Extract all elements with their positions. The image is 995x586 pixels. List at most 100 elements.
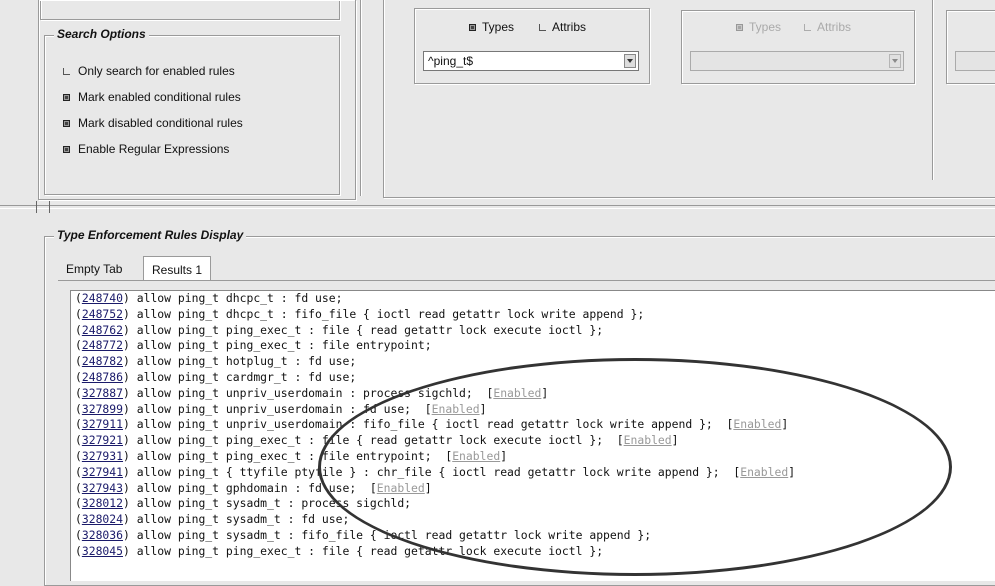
default-type-combo[interactable] <box>955 51 995 71</box>
search-option-4[interactable]: Enable Regular Expressions <box>63 142 229 156</box>
rule-id-link[interactable]: 248752 <box>82 307 123 321</box>
rule-id-link[interactable]: 248772 <box>82 338 123 352</box>
rule-row[interactable]: (248752) allow ping_t dhcpc_t : fifo_fil… <box>71 307 995 323</box>
rule-status-link[interactable]: Enabled <box>432 402 480 416</box>
rule-text: allow ping_t { ttyfile ptyfile } : chr_f… <box>129 464 734 479</box>
source-types-option[interactable]: Types <box>469 20 514 34</box>
source-types-label: Types <box>482 20 515 34</box>
pane-splitter[interactable] <box>0 205 995 209</box>
search-option-label: Mark enabled conditional rules <box>78 90 241 104</box>
rule-row[interactable]: (328024) allow ping_t sysadm_t : fd use; <box>71 512 995 528</box>
rule-row[interactable]: (328012) allow ping_t sysadm_t : process… <box>71 496 995 512</box>
search-option-checkbox[interactable] <box>63 119 70 127</box>
rule-row[interactable]: (248762) allow ping_t ping_exec_t : file… <box>71 323 995 339</box>
rule-id-link[interactable]: 248762 <box>82 323 123 337</box>
rule-text: allow ping_t unpriv_userdomain : process… <box>129 385 487 400</box>
rule-id-link[interactable]: 327941 <box>82 465 123 479</box>
divider <box>932 0 934 180</box>
source-type-panel: Types Attribs ^ping_t$ <box>414 8 650 84</box>
rule-status-link[interactable]: Enabled <box>740 465 788 479</box>
rule-row[interactable]: (248786) allow ping_t cardmgr_t : fd use… <box>71 370 995 386</box>
rule-row[interactable]: (327887) allow ping_t unpriv_userdomain … <box>71 386 995 402</box>
rule-row[interactable]: (327899) allow ping_t unpriv_userdomain … <box>71 402 995 418</box>
search-option-2[interactable]: Mark enabled conditional rules <box>63 90 241 104</box>
rule-row[interactable]: (327941) allow ping_t { ttyfile ptyfile … <box>71 465 995 481</box>
search-option-1[interactable]: Only search for enabled rules <box>63 64 235 78</box>
rule-id-link[interactable]: 327921 <box>82 433 123 447</box>
rule-id-link[interactable]: 327887 <box>82 386 123 400</box>
rule-row[interactable]: (327931) allow ping_t ping_exec_t : file… <box>71 449 995 465</box>
source-type-value: ^ping_t$ <box>428 54 473 68</box>
rule-status-link[interactable]: Enabled <box>452 449 500 463</box>
target-types-checkbox[interactable] <box>736 23 743 31</box>
search-option-checkbox[interactable] <box>63 67 70 75</box>
search-option-label: Mark disabled conditional rules <box>78 116 243 130</box>
rule-row[interactable]: (327921) allow ping_t ping_exec_t : file… <box>71 433 995 449</box>
rule-id-link[interactable]: 327899 <box>82 402 123 416</box>
rule-row[interactable]: (328045) allow ping_t ping_exec_t : file… <box>71 544 995 560</box>
chevron-down-icon[interactable] <box>889 54 901 68</box>
target-types-option[interactable]: Types <box>736 20 781 34</box>
rule-text: allow ping_t ping_exec_t : file { read g… <box>129 543 604 558</box>
search-options-group: Search Options Only search for enabled r… <box>44 27 340 195</box>
search-option-label: Only search for enabled rules <box>78 64 235 78</box>
rule-status-link[interactable]: Enabled <box>493 386 541 400</box>
chevron-down-icon[interactable] <box>624 54 636 68</box>
target-attribs-option[interactable]: Attribs <box>804 20 851 34</box>
default-type-panel <box>946 10 995 84</box>
rule-row[interactable]: (327943) allow ping_t gphdomain : fd use… <box>71 481 995 497</box>
rule-text: allow ping_t cardmgr_t : fd use; <box>129 369 357 384</box>
rule-status-link[interactable]: Enabled <box>733 417 781 431</box>
rule-id-link[interactable]: 327943 <box>82 481 123 495</box>
splitter-handle[interactable] <box>36 201 50 213</box>
rule-id-link[interactable]: 327911 <box>82 417 123 431</box>
rule-row[interactable]: (328036) allow ping_t sysadm_t : fifo_fi… <box>71 528 995 544</box>
tab-empty[interactable]: Empty Tab <box>58 256 130 280</box>
search-option-3[interactable]: Mark disabled conditional rules <box>63 116 243 130</box>
rule-row[interactable]: (248740) allow ping_t dhcpc_t : fd use; <box>71 291 995 307</box>
rule-id-link[interactable]: 328036 <box>82 528 123 542</box>
rules-results-list[interactable]: (248740) allow ping_t dhcpc_t : fd use;(… <box>70 290 995 581</box>
rule-status-link[interactable]: Enabled <box>624 433 672 447</box>
rule-row[interactable]: (327911) allow ping_t unpriv_userdomain … <box>71 417 995 433</box>
rule-status-link[interactable]: Enabled <box>377 481 425 495</box>
search-option-checkbox[interactable] <box>63 145 70 153</box>
tab-results-1[interactable]: Results 1 <box>143 256 212 281</box>
rule-row[interactable]: (248772) allow ping_t ping_exec_t : file… <box>71 338 995 354</box>
search-option-checkbox[interactable] <box>63 93 70 101</box>
target-type-combo[interactable] <box>690 51 904 71</box>
rule-text: allow ping_t unpriv_userdomain : fd use; <box>129 401 425 416</box>
source-attribs-checkbox[interactable] <box>539 23 546 31</box>
tab-strip-line <box>58 280 995 281</box>
rule-id-link[interactable]: 328024 <box>82 512 123 526</box>
rule-text: allow ping_t ping_exec_t : file { read g… <box>129 433 617 448</box>
rule-text: allow ping_t ping_exec_t : file entrypoi… <box>129 448 446 463</box>
rule-id-link[interactable]: 328045 <box>82 544 123 558</box>
target-attribs-checkbox[interactable] <box>804 23 811 31</box>
rule-text: allow ping_t hotplug_t : fd use; <box>129 354 357 369</box>
rule-id-link[interactable]: 248786 <box>82 370 123 384</box>
source-attribs-option[interactable]: Attribs <box>539 20 586 34</box>
rule-text: allow ping_t unpriv_userdomain : fifo_fi… <box>129 417 727 432</box>
source-attribs-label: Attribs <box>552 20 587 34</box>
source-types-checkbox[interactable] <box>469 23 476 31</box>
rule-text: allow ping_t sysadm_t : process sigchld; <box>129 496 412 511</box>
rule-id-link[interactable]: 327931 <box>82 449 123 463</box>
rule-row[interactable]: (248782) allow ping_t hotplug_t : fd use… <box>71 354 995 370</box>
rule-id-link[interactable]: 328012 <box>82 496 123 510</box>
rule-id-link[interactable]: 248740 <box>82 291 123 305</box>
rule-id-link[interactable]: 248782 <box>82 354 123 368</box>
target-attribs-label: Attribs <box>817 20 852 34</box>
source-type-combo[interactable]: ^ping_t$ <box>423 51 639 71</box>
divider <box>360 0 362 196</box>
rule-text: allow ping_t ping_exec_t : file { read g… <box>129 322 604 337</box>
rule-text: allow ping_t gphdomain : fd use; <box>129 480 370 495</box>
rule-text: allow ping_t dhcpc_t : fifo_file { ioctl… <box>129 306 645 321</box>
target-types-label: Types <box>749 20 782 34</box>
rule-text: allow ping_t dhcpc_t : fd use; <box>129 291 343 305</box>
search-option-label: Enable Regular Expressions <box>78 142 230 156</box>
rules-display-legend: Type Enforcement Rules Display <box>54 228 247 242</box>
search-options-legend: Search Options <box>54 27 149 41</box>
rule-text: allow ping_t sysadm_t : fifo_file { ioct… <box>129 527 652 542</box>
rule-text: allow ping_t sysadm_t : fd use; <box>129 512 350 527</box>
